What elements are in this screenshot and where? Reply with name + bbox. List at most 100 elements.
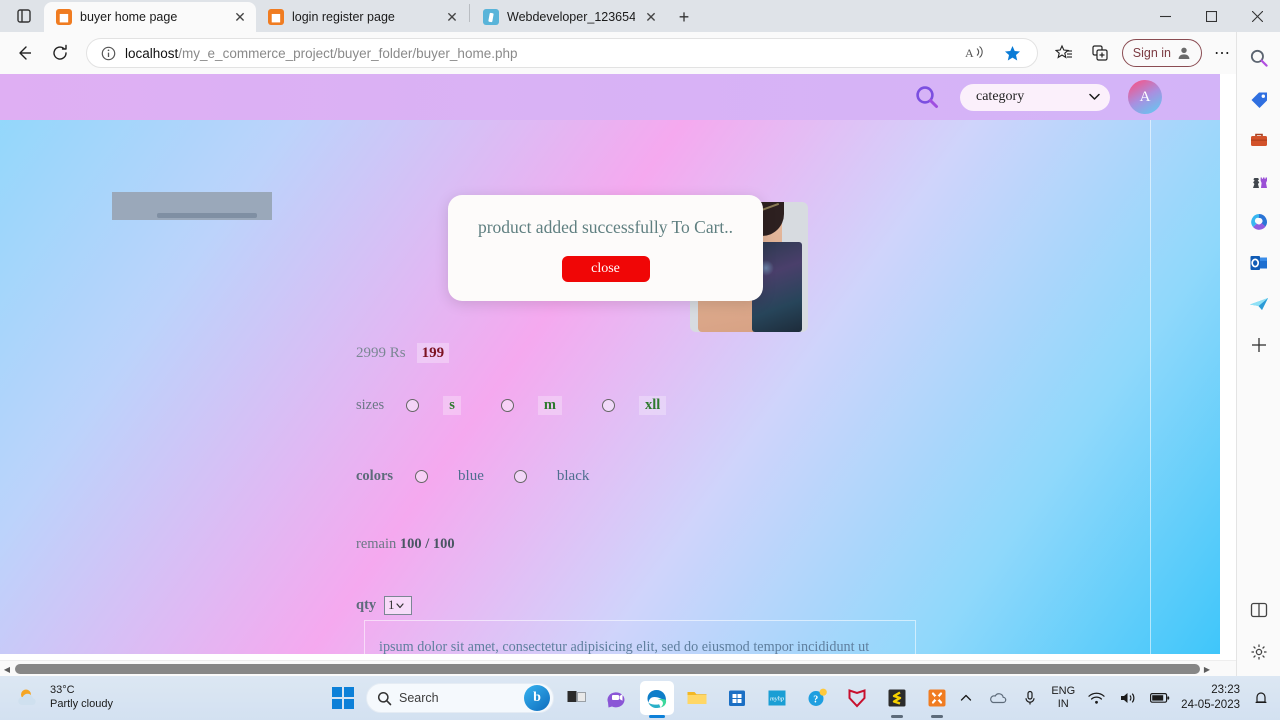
url-text: localhost/my_e_commerce_project/buyer_fo… [119, 46, 959, 61]
bing-icon[interactable]: b [524, 685, 550, 711]
svg-text:?: ? [813, 695, 818, 706]
more-options-icon[interactable]: ⋯ [1206, 37, 1238, 69]
settings-icon[interactable] [1245, 638, 1273, 666]
start-button[interactable] [326, 681, 360, 715]
url-host: localhost [125, 45, 179, 61]
clock-time: 23:23 [1211, 684, 1240, 697]
modal-backdrop: product added successfully To Cart.. clo… [0, 74, 1220, 654]
reload-icon[interactable] [44, 37, 76, 69]
running-indicator [891, 715, 903, 718]
scroll-left-icon[interactable]: ◀ [0, 661, 14, 677]
sign-in-button[interactable]: Sign in [1121, 39, 1202, 67]
tab-strip: ■ buyer home page ✕ ■ login register pag… [0, 0, 1280, 32]
battery-icon[interactable] [1149, 687, 1171, 709]
tab-login-register-page[interactable]: ■ login register page ✕ [256, 2, 468, 32]
read-aloud-icon[interactable]: A [959, 37, 991, 69]
mic-icon[interactable] [1019, 687, 1041, 709]
close-icon[interactable]: ✕ [232, 9, 248, 25]
maximize-button[interactable] [1188, 0, 1234, 32]
split-screen-icon[interactable] [1245, 596, 1273, 624]
favorites-icon[interactable] [1048, 37, 1080, 69]
xampp-icon: ■ [56, 9, 72, 25]
sublime-text-icon[interactable] [880, 681, 914, 718]
new-tab-button[interactable]: + [667, 2, 701, 32]
system-tray: ENG IN 23:23 24-05-2023 [955, 683, 1272, 713]
edge-icon[interactable] [640, 681, 674, 718]
site-info-icon[interactable] [97, 42, 119, 64]
file-explorer-icon[interactable] [680, 681, 714, 715]
weather-widget[interactable]: 33°C Partly cloudy [0, 684, 230, 712]
address-bar[interactable]: localhost/my_e_commerce_project/buyer_fo… [86, 38, 1038, 68]
language-indicator[interactable]: ENG IN [1051, 685, 1075, 710]
microsoft365-icon[interactable] [1245, 208, 1273, 236]
favorite-star-icon[interactable] [997, 37, 1029, 69]
tray-overflow-icon[interactable] [955, 687, 977, 709]
language-line-2: IN [1057, 698, 1069, 710]
briefcase-icon[interactable] [1245, 126, 1273, 154]
modal-close-button[interactable]: close [561, 256, 650, 282]
svg-text:A: A [965, 46, 974, 60]
help-icon[interactable]: ? [800, 681, 834, 715]
microsoft-store-icon[interactable] [720, 681, 754, 715]
outlook-icon[interactable] [1245, 249, 1273, 277]
horizontal-scroll-thumb[interactable] [15, 664, 1200, 674]
clock[interactable]: 23:23 24-05-2023 [1181, 683, 1240, 713]
taskbar-center: Search b myhp ? [326, 681, 954, 718]
sidebar-bottom-actions [1245, 596, 1273, 666]
screen: ■ buyer home page ✕ ■ login register pag… [0, 0, 1280, 720]
account-icon [1178, 47, 1190, 59]
tab-label: buyer home page [80, 10, 178, 24]
tab-webdeveloper[interactable]: Webdeveloper_1236540Develop ✕ [471, 2, 667, 32]
notification-icon[interactable] [1250, 687, 1272, 709]
browser-window: ■ buyer home page ✕ ■ login register pag… [0, 0, 1280, 676]
close-icon[interactable]: ✕ [444, 9, 460, 25]
shopping-tag-icon[interactable] [1245, 85, 1273, 113]
sign-in-label: Sign in [1132, 46, 1171, 60]
close-icon[interactable]: ✕ [643, 9, 659, 25]
tab-actions-icon[interactable] [4, 0, 44, 32]
weather-condition: Partly cloudy [50, 698, 113, 710]
search-input[interactable]: Search b [366, 683, 554, 713]
weather-text: 33°C Partly cloudy [50, 684, 113, 712]
collections-icon[interactable] [1084, 37, 1116, 69]
horizontal-scrollbar[interactable]: ◀ ▶ [0, 660, 1236, 676]
page-viewport: category A 2999 Rs 199 sizes s m xll col… [0, 74, 1236, 676]
tab-buyer-home-page[interactable]: ■ buyer home page ✕ [44, 2, 256, 32]
scroll-right-icon[interactable]: ▶ [1200, 661, 1214, 677]
tab-divider [469, 4, 470, 22]
windows-logo-icon [331, 686, 355, 710]
games-icon[interactable] [1245, 167, 1273, 195]
back-icon[interactable] [8, 37, 40, 69]
url-path: /my_e_commerce_project/buyer_folder/buye… [178, 45, 518, 61]
add-to-cart-modal: product added successfully To Cart.. clo… [448, 195, 763, 301]
clock-date: 24-05-2023 [1181, 699, 1240, 711]
omnibox-actions: A [959, 37, 1031, 69]
modal-message: product added successfully To Cart.. [477, 217, 734, 237]
running-indicator [931, 715, 943, 718]
minimize-button[interactable] [1142, 0, 1188, 32]
task-view-icon[interactable] [560, 681, 594, 715]
document-icon [483, 9, 499, 25]
weather-temperature: 33°C [50, 684, 75, 697]
search-icon [377, 691, 392, 705]
add-icon[interactable] [1245, 331, 1273, 359]
onedrive-icon[interactable] [987, 687, 1009, 709]
wifi-icon[interactable] [1085, 687, 1107, 709]
search-placeholder: Search [399, 691, 439, 705]
search-icon[interactable] [1245, 44, 1273, 72]
browser-toolbar: localhost/my_e_commerce_project/buyer_fo… [0, 32, 1280, 74]
weather-icon [16, 685, 42, 711]
telegram-icon[interactable] [1245, 290, 1273, 318]
web-page: category A 2999 Rs 199 sizes s m xll col… [0, 74, 1220, 676]
edge-sidebar [1236, 32, 1280, 676]
windows-taskbar: 33°C Partly cloudy Search b myhp ? ENG I… [0, 676, 1280, 720]
svg-text:myhp: myhp [770, 696, 785, 703]
tab-label: login register page [292, 10, 395, 24]
myhp-icon[interactable]: myhp [760, 681, 794, 715]
volume-icon[interactable] [1117, 687, 1139, 709]
close-button[interactable] [1234, 0, 1280, 32]
mcafee-icon[interactable] [840, 681, 874, 715]
xampp-icon[interactable] [920, 681, 954, 718]
language-line-1: ENG [1051, 685, 1076, 698]
chat-icon[interactable] [600, 681, 634, 715]
